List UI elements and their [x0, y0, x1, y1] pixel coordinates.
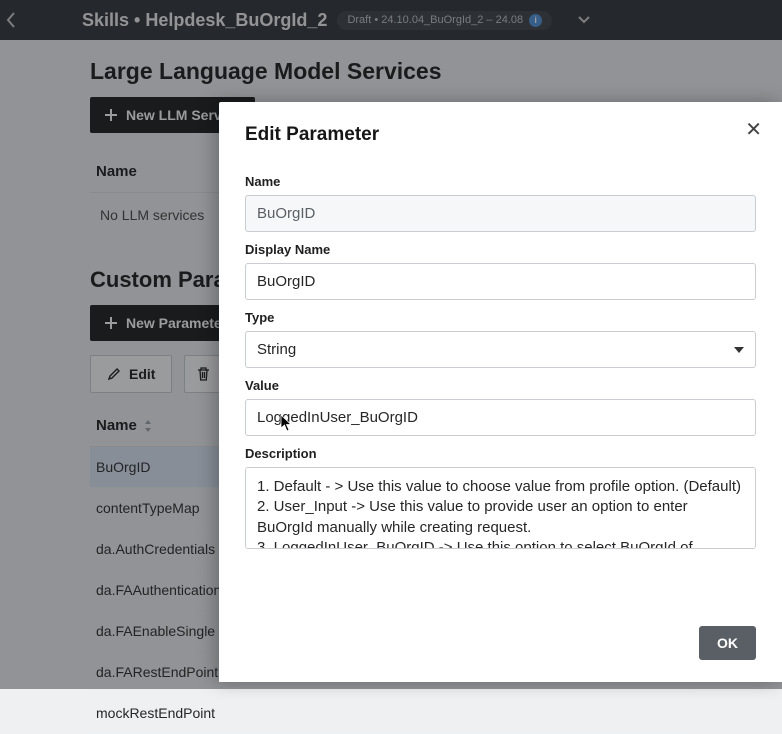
description-label: Description [245, 446, 756, 461]
name-label: Name [245, 174, 756, 189]
type-label: Type [245, 310, 756, 325]
close-button[interactable]: ✕ [745, 120, 762, 140]
modal-overlay[interactable]: Edit Parameter ✕ Name Display Name Type … [0, 0, 782, 689]
display-name-label: Display Name [245, 242, 756, 257]
name-field [245, 195, 756, 232]
type-select[interactable] [245, 331, 756, 368]
edit-parameter-modal: Edit Parameter ✕ Name Display Name Type … [219, 102, 782, 682]
description-field[interactable] [245, 467, 756, 549]
close-icon: ✕ [745, 119, 762, 141]
display-name-field[interactable] [245, 263, 756, 300]
table-row[interactable]: mockRestEndPoint [90, 693, 692, 734]
value-label: Value [245, 378, 756, 393]
value-field[interactable] [245, 399, 756, 436]
ok-button[interactable]: OK [699, 626, 756, 660]
modal-title: Edit Parameter [245, 124, 756, 146]
